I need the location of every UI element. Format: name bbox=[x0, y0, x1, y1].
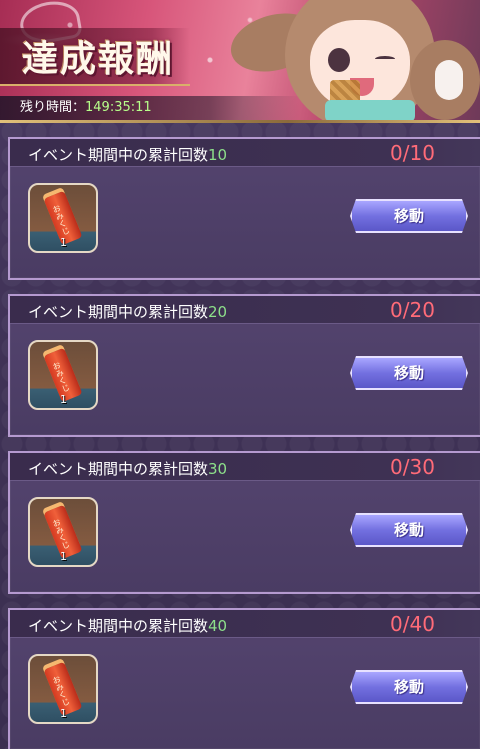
reward-item-slot[interactable]: おみくじ 1 bbox=[28, 183, 98, 253]
reward-card: イベント期間中の累計回数20 0/20 おみくじ 1 移動 bbox=[8, 294, 480, 437]
condition-text: イベント期間中の累計回数 bbox=[28, 460, 209, 478]
item-count: 1 bbox=[60, 550, 67, 563]
move-button[interactable]: 移動 bbox=[350, 199, 468, 233]
reward-item-slot[interactable]: おみくじ 1 bbox=[28, 654, 98, 724]
condition-target: 20 bbox=[208, 303, 228, 321]
reward-card: イベント期間中の累計回数40 0/40 おみくじ 1 移動 bbox=[8, 608, 480, 749]
remaining-time: 残り時間：149:35:11 bbox=[0, 96, 300, 120]
header-banner: 達成報酬 残り時間：149:35:11 bbox=[0, 0, 480, 122]
item-count: 1 bbox=[60, 393, 67, 406]
reward-condition: イベント期間中の累計回数20 bbox=[28, 301, 227, 322]
reward-progress: 0/20 bbox=[390, 298, 435, 322]
page-title: 達成報酬 bbox=[22, 38, 175, 80]
reward-card: イベント期間中の累計回数10 0/10 おみくじ 1 移動 bbox=[8, 137, 480, 280]
condition-text: イベント期間中の累計回数 bbox=[28, 303, 209, 321]
move-button[interactable]: 移動 bbox=[350, 513, 468, 547]
divider bbox=[0, 120, 480, 123]
condition-text: イベント期間中の累計回数 bbox=[28, 146, 209, 164]
reward-progress: 0/30 bbox=[390, 455, 435, 479]
move-button[interactable]: 移動 bbox=[350, 356, 468, 390]
reward-card: イベント期間中の累計回数30 0/30 おみくじ 1 移動 bbox=[8, 451, 480, 594]
item-count: 1 bbox=[60, 707, 67, 720]
timer-value: 149:35:11 bbox=[85, 100, 152, 115]
timer-label: 残り時間： bbox=[20, 100, 86, 115]
condition-target: 10 bbox=[208, 146, 228, 164]
condition-target: 30 bbox=[208, 460, 228, 478]
reward-condition: イベント期間中の累計回数30 bbox=[28, 458, 227, 479]
item-count: 1 bbox=[60, 236, 67, 249]
condition-text: イベント期間中の累計回数 bbox=[28, 617, 209, 635]
reward-item-slot[interactable]: おみくじ 1 bbox=[28, 497, 98, 567]
reward-item-slot[interactable]: おみくじ 1 bbox=[28, 340, 98, 410]
reward-condition: イベント期間中の累計回数40 bbox=[28, 615, 227, 636]
reward-condition: イベント期間中の累計回数10 bbox=[28, 144, 227, 165]
move-button[interactable]: 移動 bbox=[350, 670, 468, 704]
reward-progress: 0/40 bbox=[390, 612, 435, 636]
reward-progress: 0/10 bbox=[390, 141, 435, 165]
condition-target: 40 bbox=[208, 617, 228, 635]
